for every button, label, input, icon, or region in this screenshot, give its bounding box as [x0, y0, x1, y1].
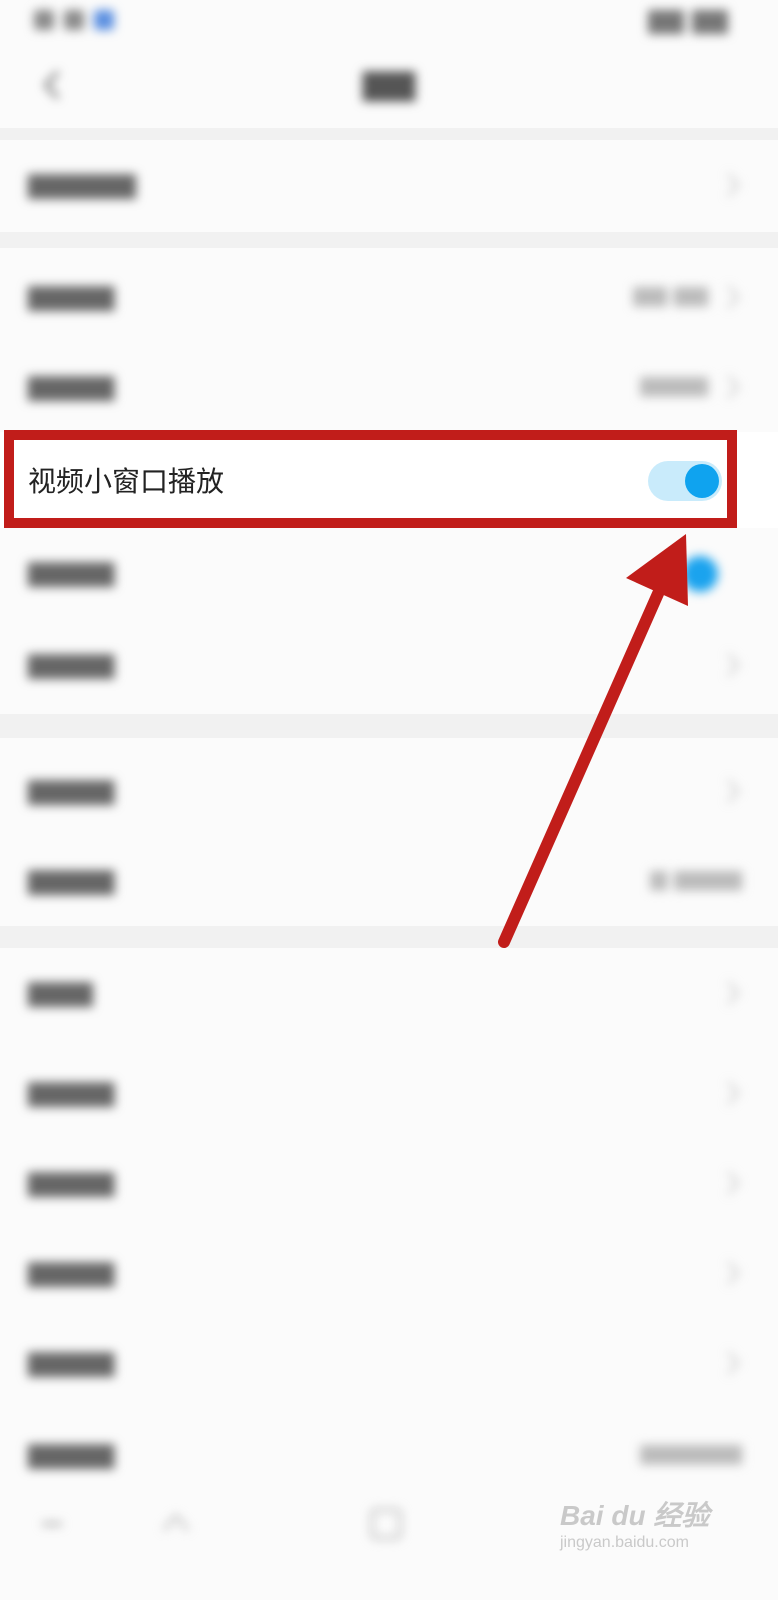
row-value: ▆▆▆▆▆▆: [640, 1440, 742, 1465]
back-icon[interactable]: [158, 1506, 194, 1542]
settings-row[interactable]: ▆▆▆▆: [0, 746, 778, 838]
notification-icon: [34, 10, 54, 30]
chevron-right-icon: [727, 1261, 740, 1285]
settings-row[interactable]: ▆▆▆▆ ▆ ▆▆▆▆: [0, 836, 778, 928]
settings-row[interactable]: ▆▆▆▆: [0, 528, 778, 620]
signal-icon: [648, 10, 684, 34]
row-label: ▆▆▆▆: [28, 554, 115, 587]
chevron-right-icon: [727, 285, 740, 309]
baidu-jingyan-watermark: Bai du 经验 jingyan.baidu.com: [560, 1494, 720, 1558]
status-right-icons: [648, 10, 728, 34]
chevron-right-icon: [727, 173, 740, 197]
chevron-right-icon: [727, 1171, 740, 1195]
row-label: ▆▆▆▆: [28, 646, 115, 679]
row-label: ▆▆▆▆: [28, 862, 115, 895]
home-icon[interactable]: [366, 1504, 406, 1544]
section-divider: [0, 714, 778, 738]
settings-row[interactable]: ▆▆▆▆: [0, 1228, 778, 1320]
watermark-url: jingyan.baidu.com: [560, 1534, 689, 1551]
chevron-right-icon: [727, 779, 740, 803]
page-title: ▆▆: [362, 62, 416, 102]
section-divider: [0, 232, 778, 248]
chevron-right-icon: [727, 375, 740, 399]
row-label: ▆▆▆▆: [28, 1344, 115, 1377]
toggle-knob[interactable]: [682, 556, 718, 592]
row-label: ▆▆▆▆: [28, 772, 115, 805]
section-divider: [0, 926, 778, 948]
settings-row[interactable]: ▆▆▆: [0, 948, 778, 1040]
settings-row[interactable]: ▆▆▆▆: [0, 620, 778, 712]
settings-row[interactable]: ▆▆▆▆ ▆▆ ▆▆: [0, 252, 778, 344]
section-divider: [0, 128, 778, 140]
status-bar: [0, 0, 778, 44]
row-value: ▆ ▆▆▆▆: [650, 866, 742, 891]
settings-row[interactable]: ▆▆▆▆: [0, 1138, 778, 1230]
settings-row[interactable]: ▆▆▆▆ ▆▆▆▆: [0, 342, 778, 434]
row-value: ▆▆▆▆: [640, 372, 708, 397]
row-label: ▆▆▆▆: [28, 368, 115, 401]
nav-bar: ▆▆: [0, 44, 778, 128]
settings-row[interactable]: ▆▆▆▆: [0, 1318, 778, 1410]
row-label: ▆▆▆▆: [28, 1436, 115, 1469]
row-label: ▆▆▆▆: [28, 1254, 115, 1287]
watermark-brand: Bai du 经验: [560, 1500, 710, 1531]
chevron-right-icon: [727, 1081, 740, 1105]
row-label: ▆▆▆▆: [28, 278, 115, 311]
row-label: ▆▆▆▆: [28, 1074, 115, 1107]
chevron-right-icon: [727, 1351, 740, 1375]
chevron-right-icon: [727, 981, 740, 1005]
app-icon: [94, 10, 114, 30]
notification-icon: [64, 10, 84, 30]
battery-icon: [692, 10, 728, 34]
settings-row[interactable]: ▆▆▆▆: [0, 1048, 778, 1140]
row-label: ▆▆▆: [28, 974, 93, 1007]
row-label: ▆▆▆▆▆: [28, 166, 136, 199]
menu-icon[interactable]: [38, 1510, 66, 1538]
settings-row[interactable]: ▆▆▆▆▆: [0, 140, 778, 232]
row-label: ▆▆▆▆: [28, 1164, 115, 1197]
chevron-right-icon: [727, 653, 740, 677]
status-left-icons: [34, 10, 114, 30]
annotation-highlight-box: [4, 430, 737, 528]
row-value: ▆▆ ▆▆: [633, 282, 708, 307]
